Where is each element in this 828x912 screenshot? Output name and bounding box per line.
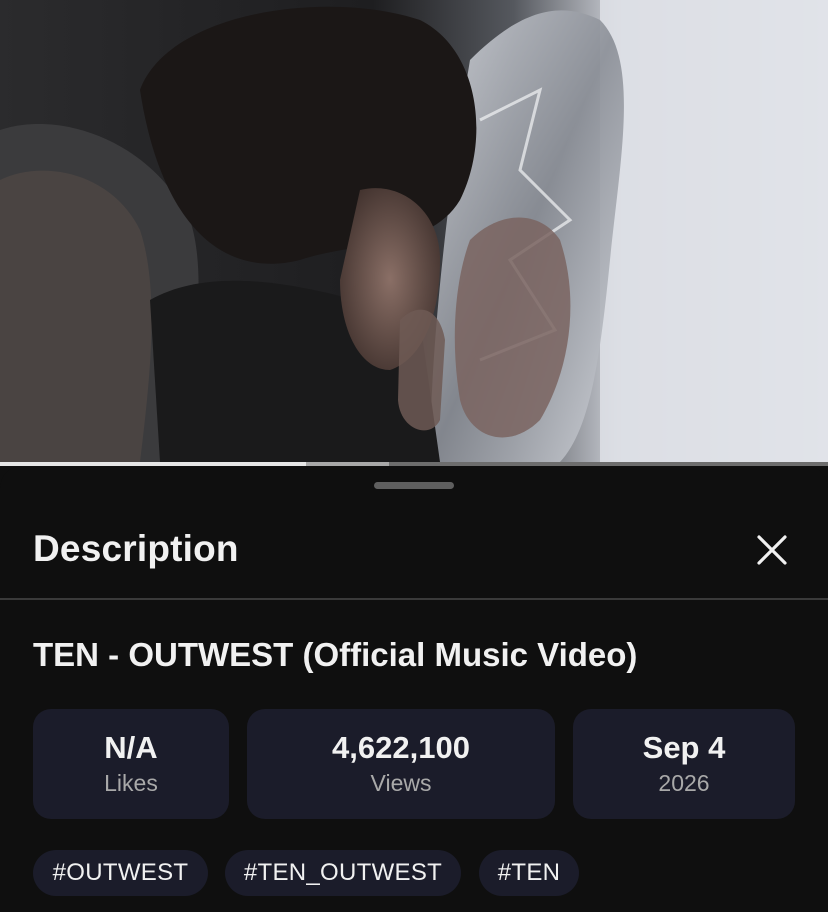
drag-handle[interactable]	[374, 482, 454, 489]
views-label: Views	[370, 770, 432, 796]
views-value: 4,622,100	[332, 730, 470, 765]
screen: Description TEN - OUTWEST (Official Musi…	[0, 0, 828, 912]
date-stat: Sep 4 2026	[573, 709, 795, 819]
date-value: Sep 4	[642, 730, 726, 765]
likes-value: N/A	[104, 730, 158, 765]
close-button[interactable]	[750, 528, 794, 572]
description-sheet: Description TEN - OUTWEST (Official Musi…	[0, 466, 828, 912]
hashtag-ten[interactable]: #TEN	[479, 850, 579, 896]
video-player[interactable]	[0, 0, 828, 462]
hashtag-outwest[interactable]: #OUTWEST	[33, 850, 208, 896]
date-year: 2026	[658, 770, 710, 796]
video-title: TEN - OUTWEST (Official Music Video)	[33, 636, 638, 673]
likes-stat: N/A Likes	[33, 709, 229, 819]
close-icon	[757, 535, 787, 565]
video-frame	[0, 0, 828, 462]
divider	[0, 598, 828, 600]
views-stat: 4,622,100 Views	[247, 709, 555, 819]
hashtag-ten-outwest[interactable]: #TEN_OUTWEST	[225, 850, 461, 896]
likes-label: Likes	[104, 770, 158, 796]
sheet-title: Description	[33, 528, 239, 569]
